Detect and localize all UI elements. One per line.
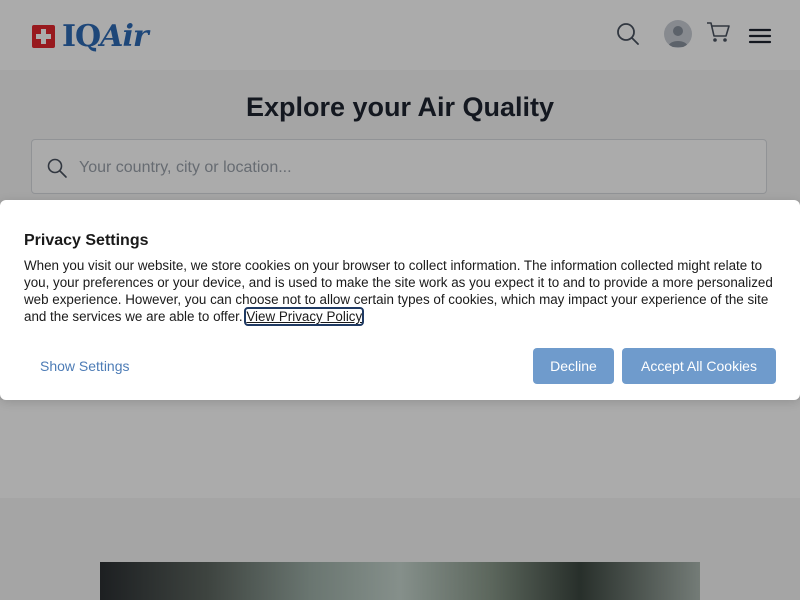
privacy-policy-link[interactable]: View Privacy Policy: [244, 307, 365, 326]
accept-all-cookies-button[interactable]: Accept All Cookies: [622, 348, 776, 384]
cookie-description: When you visit our website, we store coo…: [24, 258, 773, 324]
dialog-title: Privacy Settings: [24, 232, 149, 249]
dialog-body: When you visit our website, we store coo…: [24, 257, 784, 326]
show-settings-button[interactable]: Show Settings: [40, 358, 130, 374]
decline-button[interactable]: Decline: [533, 348, 614, 384]
privacy-settings-dialog: Privacy Settings When you visit our webs…: [0, 200, 800, 400]
